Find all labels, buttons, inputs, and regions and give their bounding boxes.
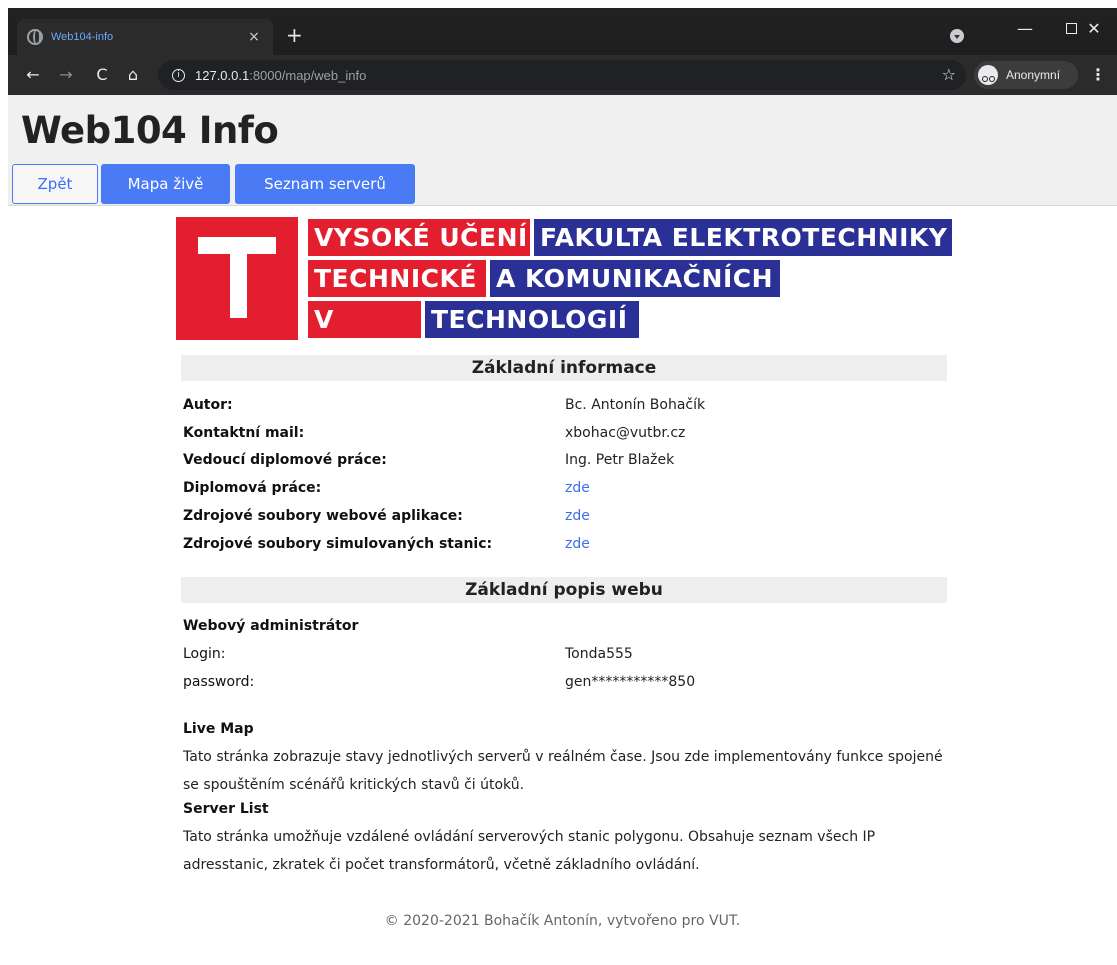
info-value: Bc. Antonín Bohačík: [565, 397, 706, 413]
page-title: Web104 Info: [21, 109, 279, 152]
info-label: Kontaktní mail:: [183, 425, 305, 441]
password-value: gen***********850: [565, 674, 696, 690]
info-label: Vedoucí diplomové práce:: [183, 452, 387, 468]
logo-text: VYSOKÉ UČENÍ: [308, 219, 530, 256]
profile-label: Anonymní: [1006, 68, 1061, 82]
section-heading: Základní popis webu: [181, 577, 947, 603]
thesis-link[interactable]: zde: [565, 480, 590, 496]
address-bar[interactable]: i 127.0.0.1 :8000/map/web_info ☆: [158, 60, 966, 90]
logo-text: FAKULTA ELEKTROTECHNIKY: [534, 219, 952, 256]
kebab-menu-icon[interactable]: ⋮: [1090, 65, 1106, 84]
web-sources-link[interactable]: zde: [565, 508, 590, 524]
logo-t-mark: [176, 217, 298, 340]
info-icon[interactable]: i: [172, 68, 185, 82]
server-list-heading: Server List: [183, 801, 269, 817]
url-host: 127.0.0.1: [195, 67, 250, 83]
login-value: Tonda555: [565, 646, 633, 662]
server-list-description: Tato stránka umožňuje vzdálené ovládání …: [183, 829, 876, 873]
close-icon[interactable]: ×: [245, 29, 263, 45]
minimize-icon[interactable]: —: [1002, 14, 1048, 42]
browser-window: Web104-info × + — ✕ ← → C ⌂ i 127.0.0.1 …: [8, 8, 1117, 95]
info-value: xbohac@vutbr.cz: [565, 425, 686, 441]
incognito-icon: [978, 65, 998, 85]
live-map-heading: Live Map: [183, 721, 254, 737]
password-label: password:: [183, 674, 255, 690]
plus-icon[interactable]: +: [286, 24, 303, 46]
page-content: Web104 Info Zpět Mapa živě Seznam server…: [8, 95, 1117, 965]
logo-text: A KOMUNIKAČNÍCH: [490, 260, 780, 297]
info-label: Diplomová práce:: [183, 480, 322, 496]
section-heading: Základní informace: [181, 355, 947, 381]
vut-fekt-logo: VYSOKÉ UČENÍ FAKULTA ELEKTROTECHNIKY TEC…: [176, 217, 954, 371]
reload-icon[interactable]: C: [91, 65, 113, 84]
browser-tab[interactable]: Web104-info ×: [17, 19, 273, 55]
admin-heading: Webový administrátor: [183, 618, 359, 634]
login-label: Login:: [183, 646, 226, 662]
logo-text: TECHNOLOGIÍ: [425, 301, 639, 338]
forward-arrow-icon[interactable]: →: [55, 65, 77, 84]
back-button[interactable]: Zpět: [12, 164, 98, 204]
logo-text: TECHNICKÉ: [308, 260, 486, 297]
tab-search-icon[interactable]: [950, 29, 964, 43]
globe-icon: [27, 29, 43, 45]
window-close-icon[interactable]: ✕: [1071, 14, 1117, 42]
live-map-button[interactable]: Mapa živě: [101, 164, 230, 204]
back-arrow-icon[interactable]: ←: [22, 65, 44, 84]
page-footer: © 2020-2021 Bohačík Antonín, vytvořeno p…: [384, 913, 741, 929]
incognito-profile-button[interactable]: Anonymní: [974, 61, 1078, 89]
logo-text: V BRNĚ: [308, 301, 421, 371]
live-map-description: Tato stránka zobrazuje stavy jednotlivýc…: [183, 749, 943, 793]
tab-title: Web104-info: [51, 31, 114, 43]
url-path: :8000/map/web_info: [249, 67, 367, 83]
star-icon[interactable]: ☆: [942, 65, 956, 84]
browser-toolbar: ← → C ⌂ i 127.0.0.1 :8000/map/web_info ☆…: [8, 55, 1117, 95]
info-value: Ing. Petr Blažek: [565, 452, 675, 468]
server-list-button[interactable]: Seznam serverů: [235, 164, 415, 204]
station-sources-link[interactable]: zde: [565, 536, 590, 552]
info-label: Zdrojové soubory simulovaných stanic:: [183, 536, 493, 552]
page-header: Web104 Info Zpět Mapa živě Seznam server…: [8, 95, 1117, 206]
info-label: Zdrojové soubory webové aplikace:: [183, 508, 463, 524]
info-label: Autor:: [183, 397, 233, 413]
home-icon[interactable]: ⌂: [122, 65, 144, 84]
